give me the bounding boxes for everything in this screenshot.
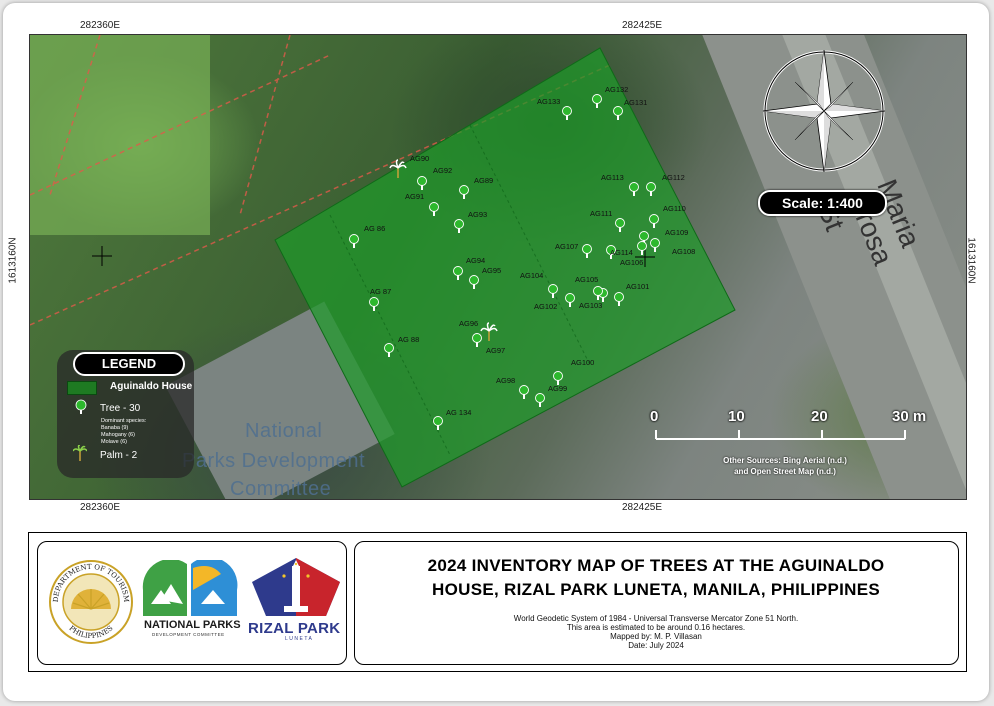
meta-area: This area is estimated to be around 0.16… bbox=[566, 623, 746, 632]
tree-label: AG113 bbox=[601, 173, 624, 182]
tree-label: AG131 bbox=[624, 98, 648, 107]
meta-date: Date: July 2024 bbox=[628, 641, 684, 650]
npdc-subtitle: DEVELOPMENT COMMITTEE bbox=[152, 632, 225, 637]
meta-datum: World Geodetic System of 1984 - Universa… bbox=[513, 614, 799, 623]
tree-label: AG104 bbox=[520, 271, 544, 280]
scale-bar: 0 10 20 30 m bbox=[648, 408, 948, 448]
coord-top-right: 282425E bbox=[622, 20, 663, 31]
tree-label: AG92 bbox=[433, 166, 453, 175]
tree-label: AG 88 bbox=[398, 335, 420, 344]
legend-species-header: Dominant species: bbox=[101, 418, 147, 424]
legend-polygon-label: Aguinaldo House bbox=[110, 381, 193, 392]
sources-note: Other Sources: Bing Aerial (n.d.) and Op… bbox=[700, 455, 870, 477]
scale-label-30: 30 m bbox=[892, 408, 927, 425]
tree-label: AG94 bbox=[466, 256, 486, 265]
legend-species-1: Banaba (9) bbox=[101, 425, 129, 431]
tree-label: AG107 bbox=[555, 242, 579, 251]
sources-line-2: and Open Street Map (n.d.) bbox=[734, 467, 836, 476]
tree-label: AG93 bbox=[468, 210, 488, 219]
legend-species-2: Mahogany (6) bbox=[101, 432, 135, 438]
scale-label-0: 0 bbox=[650, 408, 659, 425]
tree-label: AG 87 bbox=[370, 287, 392, 296]
tree-label: AG109 bbox=[665, 228, 689, 237]
tree-label: AG114 bbox=[610, 248, 633, 257]
tree-label: AG132 bbox=[605, 85, 629, 94]
tree-label: AG96 bbox=[459, 319, 479, 328]
tree-label: AG99 bbox=[548, 384, 568, 393]
tree-label: AG105 bbox=[575, 275, 599, 284]
map-metadata: World Geodetic System of 1984 - Universa… bbox=[360, 614, 952, 650]
tree-label: AG103 bbox=[579, 301, 603, 310]
tree-label: AG106 bbox=[620, 258, 644, 267]
coord-bottom-right: 282425E bbox=[622, 502, 663, 513]
map-title-line-1: 2024 INVENTORY MAP OF TREES AT THE AGUIN… bbox=[427, 556, 885, 575]
map-title-line-2: HOUSE, RIZAL PARK LUNETA, MANILA, PHILIP… bbox=[432, 580, 880, 599]
rizal-park-logo bbox=[252, 558, 340, 616]
coord-top-left: 282360E bbox=[80, 20, 121, 31]
north-arrow-compass bbox=[762, 49, 886, 173]
tree-label: AG 134 bbox=[446, 408, 472, 417]
dot-seal-logo: DEPARTMENT OF TOURISM PHILIPPINES bbox=[49, 560, 133, 644]
tree-label: AG112 bbox=[662, 173, 685, 182]
legend-palm-label: Palm - 2 bbox=[100, 450, 138, 461]
tree-label: AG98 bbox=[496, 376, 516, 385]
legend-title: LEGEND bbox=[73, 352, 185, 376]
tree-label: AG102 bbox=[534, 302, 558, 311]
tree-label: AG91 bbox=[405, 192, 425, 201]
legend-polygon-swatch bbox=[67, 381, 97, 395]
scale-ratio: Scale: 1:400 bbox=[758, 190, 887, 216]
legend-tree-label: Tree - 30 bbox=[100, 403, 141, 414]
legend-palm-icon bbox=[73, 445, 87, 461]
tree-label: AG133 bbox=[537, 97, 561, 106]
tree-label: AG100 bbox=[571, 358, 595, 367]
rizal-park-subtitle: LUNETA bbox=[285, 636, 314, 642]
coord-right-north: 1613160N bbox=[965, 237, 977, 284]
scale-label-20: 20 bbox=[811, 408, 828, 425]
tree-label: AG 86 bbox=[364, 224, 386, 233]
coord-bottom-left: 282360E bbox=[80, 502, 121, 513]
meta-mapped-by: Mapped by: M. P. Villasan bbox=[610, 632, 702, 641]
tree-label: AG90 bbox=[410, 154, 430, 163]
tree-label: AG108 bbox=[672, 247, 696, 256]
map-title: 2024 INVENTORY MAP OF TREES AT THE AGUIN… bbox=[360, 554, 952, 602]
coord-left-north: 1613160N bbox=[7, 237, 19, 284]
tree-label: AG97 bbox=[486, 346, 506, 355]
npdc-title: NATIONAL PARKS bbox=[144, 619, 241, 631]
tree-label: AG95 bbox=[482, 266, 502, 275]
sources-line-1: Other Sources: Bing Aerial (n.d.) bbox=[723, 456, 847, 465]
legend-species-3: Molave (6) bbox=[101, 439, 127, 445]
tree-label: AG101 bbox=[626, 282, 650, 291]
legend-species-list: Dominant species: Banaba (9) Mahogany (6… bbox=[101, 418, 146, 446]
scale-label-10: 10 bbox=[728, 408, 745, 425]
rizal-park-title: RIZAL PARK bbox=[248, 620, 341, 637]
tree-label: AG111 bbox=[590, 209, 613, 218]
legend-tree-icon bbox=[75, 399, 87, 414]
npdc-logo bbox=[142, 560, 238, 616]
tree-label: AG89 bbox=[474, 176, 494, 185]
tree-label: AG110 bbox=[663, 204, 686, 213]
